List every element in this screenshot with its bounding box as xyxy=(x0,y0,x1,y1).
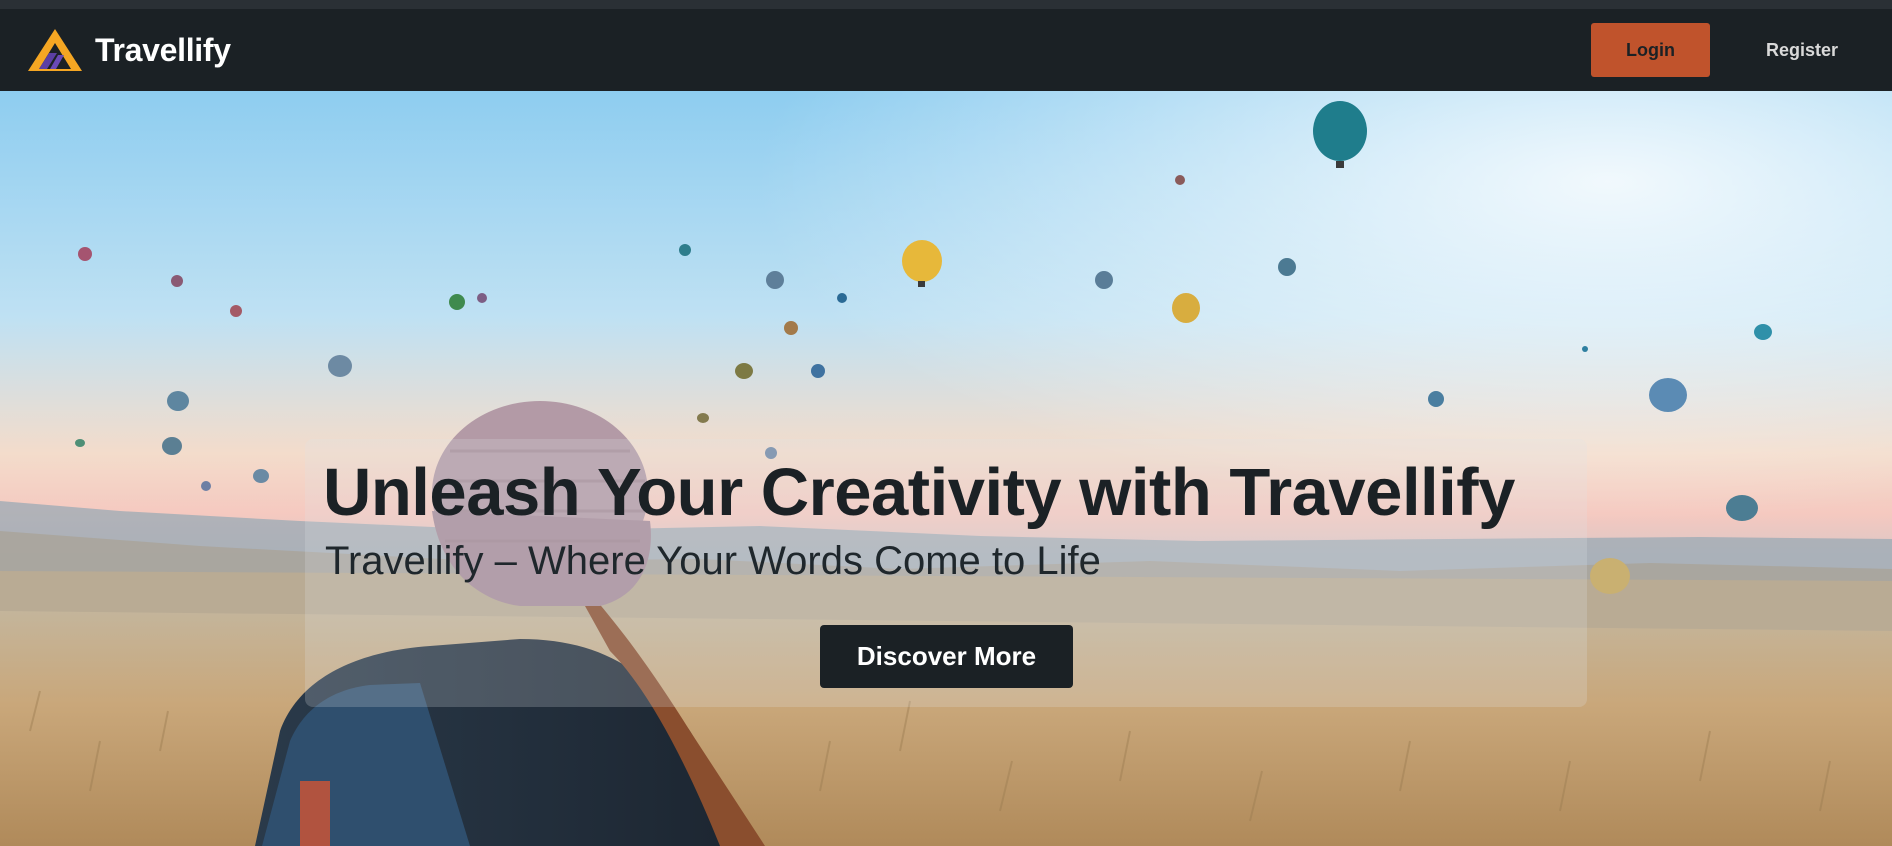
navbar: Travellify Login Register xyxy=(0,9,1892,91)
brand-home-link[interactable]: Travellify xyxy=(27,27,231,73)
hero-subheadline: Travellify – Where Your Words Come to Li… xyxy=(325,539,1101,583)
discover-more-button[interactable]: Discover More xyxy=(820,625,1073,688)
hero-section: Unleash Your Creativity with Travellify … xyxy=(0,91,1892,846)
register-button[interactable]: Register xyxy=(1746,23,1858,77)
login-button[interactable]: Login xyxy=(1591,23,1710,77)
triangle-mountain-logo-icon xyxy=(28,29,82,71)
brand-name: Travellify xyxy=(95,31,231,68)
top-edge-strip xyxy=(0,0,1892,9)
hero-headline: Unleash Your Creativity with Travellify xyxy=(323,455,1515,530)
